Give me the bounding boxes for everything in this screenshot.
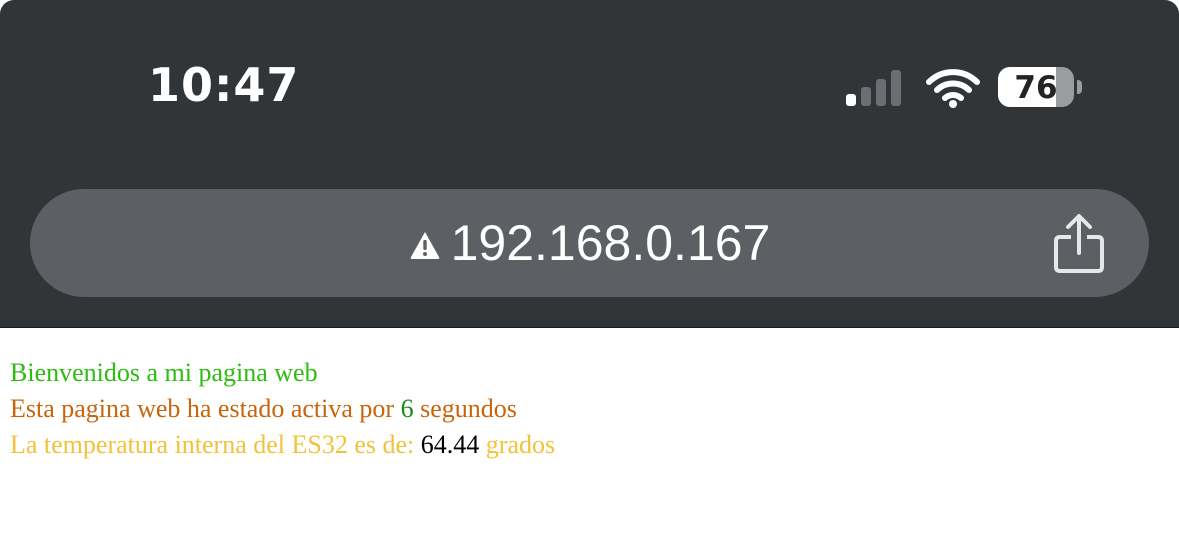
uptime-suffix: segundos — [420, 394, 517, 423]
wifi-icon — [926, 69, 980, 108]
share-icon[interactable] — [1052, 213, 1106, 275]
battery-nub — [1077, 80, 1082, 94]
url-text[interactable]: 192.168.0.167 — [451, 214, 771, 272]
signal-bar-2 — [861, 87, 871, 106]
temperature-prefix: La temperatura interna del ES32 es de: — [10, 430, 415, 459]
address-bar[interactable]: 192.168.0.167 — [30, 189, 1149, 297]
signal-bar-4 — [891, 70, 901, 106]
status-time: 10:47 — [148, 58, 300, 112]
temperature-suffix: grados — [485, 430, 556, 459]
warning-triangle-icon[interactable] — [409, 230, 441, 260]
battery-icon: 76 — [998, 67, 1074, 107]
battery-level: 76 — [1014, 70, 1058, 106]
signal-bar-3 — [876, 79, 886, 106]
page-content: Bienvenidos a mi pagina web Esta pagina … — [10, 355, 555, 463]
temperature-line: La temperatura interna del ES32 es de: 6… — [10, 427, 555, 463]
welcome-text: Bienvenidos a mi pagina web — [10, 358, 318, 387]
uptime-value: 6 — [400, 394, 414, 423]
temperature-value: 64.44 — [420, 430, 480, 459]
uptime-prefix: Esta pagina web ha estado activa por — [10, 394, 395, 423]
address-bar-content: 192.168.0.167 — [30, 189, 1149, 297]
cellular-signal-icon — [846, 70, 906, 106]
browser-chrome: 10:47 76 192.168.0.167 — [0, 0, 1179, 328]
signal-bar-1 — [846, 94, 856, 106]
uptime-line: Esta pagina web ha estado activa por 6 s… — [10, 391, 555, 427]
